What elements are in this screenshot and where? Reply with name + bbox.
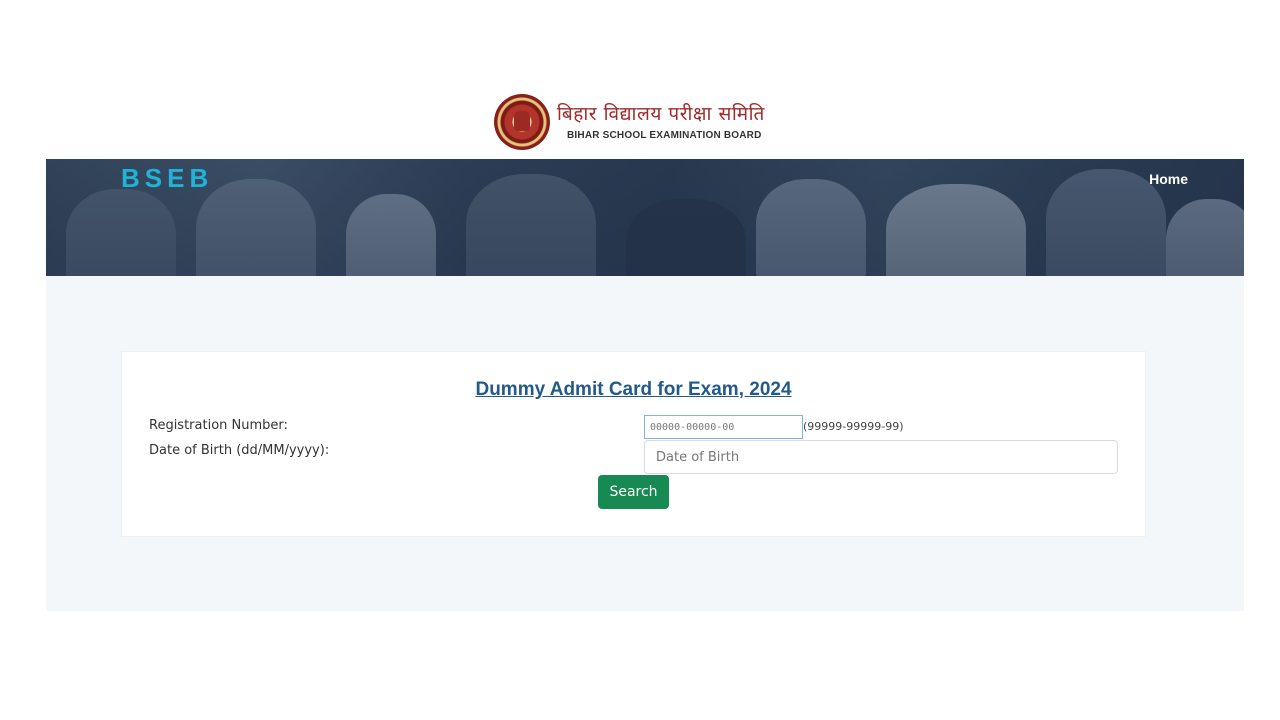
bseb-seal-logo [494,94,550,150]
search-button[interactable]: Search [598,475,669,509]
seal-emblem-icon [514,111,530,131]
org-name-hindi: बिहार विद्यालय परीक्षा समिति [557,103,765,125]
registration-number-input[interactable] [644,415,803,439]
admit-card-form: Dummy Admit Card for Exam, 2024 Registra… [121,351,1146,537]
logo-header: बिहार विद्यालय परीक्षा समिति BIHAR SCHOO… [0,88,1280,156]
form-title-wrapper: Dummy Admit Card for Exam, 2024 [122,379,1145,401]
main-content: Dummy Admit Card for Exam, 2024 Registra… [46,276,1244,611]
brand-logo-text[interactable]: BSEB [121,163,213,194]
nav-home-link[interactable]: Home [1149,171,1188,187]
registration-format-hint: (99999-99999-99) [803,420,904,433]
form-title-link[interactable]: Dummy Admit Card for Exam, 2024 [475,379,791,400]
date-of-birth-input[interactable] [644,440,1118,474]
dob-label: Date of Birth (dd/MM/yyyy): [149,443,330,458]
org-name-english: BIHAR SCHOOL EXAMINATION BOARD [567,130,762,141]
registration-label: Registration Number: [149,418,288,433]
banner-overlay [46,159,1244,276]
hero-banner: BSEB Home [46,159,1244,276]
